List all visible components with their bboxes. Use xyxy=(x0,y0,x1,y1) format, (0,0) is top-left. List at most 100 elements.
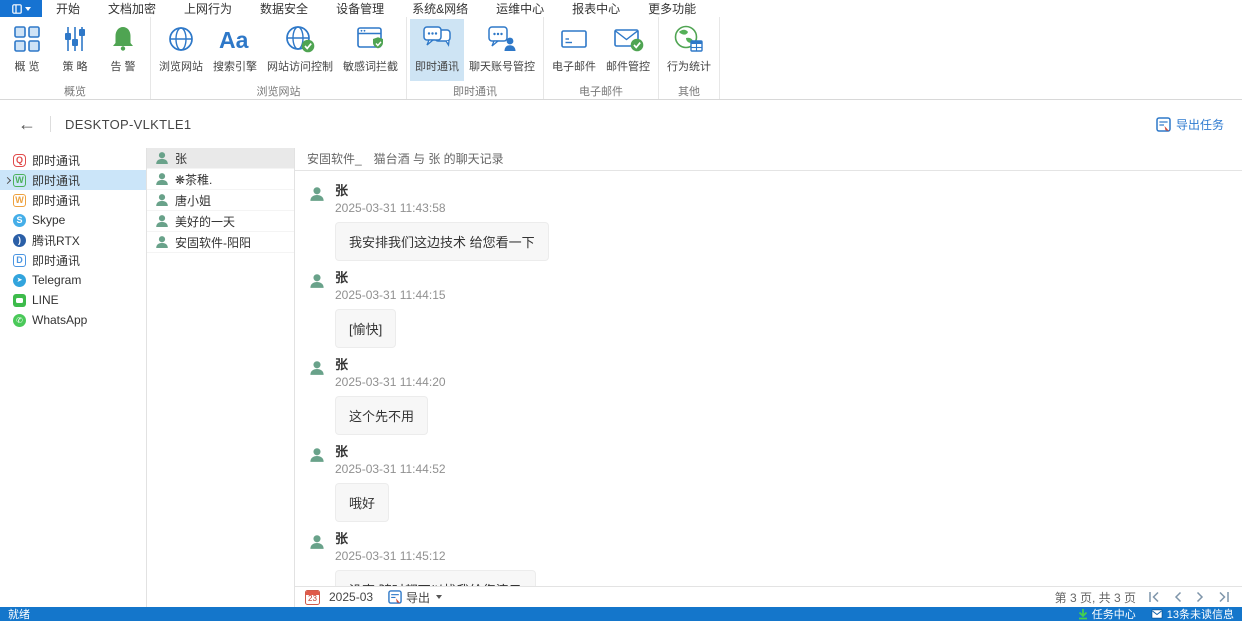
prev-page-button[interactable] xyxy=(1173,591,1183,603)
caret-down-icon xyxy=(436,595,442,599)
menu-tab[interactable]: 开始 xyxy=(42,0,94,17)
ribbon-button-policy[interactable]: 策 略 xyxy=(51,19,99,81)
menu-tab[interactable]: 上网行为 xyxy=(170,0,246,17)
sidebar-item-label: Skype xyxy=(32,213,65,227)
menu-tab-label: 系统&网络 xyxy=(411,0,469,19)
chat-footer-bar: 23 2025-03 导出 第 3 页, 共 3 页 xyxy=(295,586,1242,607)
ribbon-button-mail-control[interactable]: 邮件管控 xyxy=(601,19,655,81)
envelope-icon xyxy=(559,22,589,56)
message-sender: 张 xyxy=(335,531,536,546)
contact-list-item[interactable]: ❋茶稚. xyxy=(147,169,294,190)
sliders-icon xyxy=(60,22,90,56)
menu-tab-label: 数据安全 xyxy=(259,0,309,19)
grid-overview-icon xyxy=(12,22,42,56)
ribbon-button-overview[interactable]: 概 览 xyxy=(3,19,51,81)
message-timestamp: 2025-03-31 11:44:20 xyxy=(335,375,446,389)
export-icon xyxy=(388,590,402,604)
calendar-icon[interactable]: 23 xyxy=(305,590,320,605)
message-body: 张 2025-03-31 11:44:20 这个先不用 xyxy=(335,357,446,435)
unread-messages-button[interactable]: 13条未读信息 xyxy=(1151,606,1234,621)
im-app-sidebar: Q 即时通讯 W 即时通讯 W 即时通讯 S Skype xyxy=(0,148,147,607)
main-content: Q 即时通讯 W 即时通讯 W 即时通讯 S Skype xyxy=(0,148,1242,607)
ribbon-button-browse-web[interactable]: 浏览网站 xyxy=(154,19,208,81)
date-filter-value[interactable]: 2025-03 xyxy=(329,590,373,604)
contact-list: 张 ❋茶稚. 唐小姐 美好的一天 xyxy=(147,148,295,607)
ribbon-button-site-access-control[interactable]: 网站访问控制 xyxy=(262,19,338,81)
person-avatar-icon xyxy=(309,273,325,348)
globe-stats-icon xyxy=(673,22,705,56)
header-divider xyxy=(50,116,51,132)
ribbon-button-chat-account-control[interactable]: 聊天账号管控 xyxy=(464,19,540,81)
menu-tab[interactable]: 设备管理 xyxy=(322,0,398,17)
ribbon-group-overview: 概 览 策 略 告 警 概览 xyxy=(0,17,151,99)
message-list: 张 2025-03-31 11:43:58 我安排我们这边技术 给您看一下 张 … xyxy=(295,171,1242,586)
message-body: 张 2025-03-31 11:44:15 [愉快] xyxy=(335,270,446,348)
person-avatar-icon xyxy=(155,151,169,165)
ribbon-button-label: 浏览网站 xyxy=(159,58,203,74)
sidebar-item-label: 腾讯RTX xyxy=(32,232,80,249)
ribbon-button-search-engine[interactable]: Aa 搜索引擎 xyxy=(208,19,262,81)
contact-list-item[interactable]: 安固软件-阳阳 xyxy=(147,232,294,253)
menu-tab[interactable]: 报表中心 xyxy=(558,0,634,17)
message-sender: 张 xyxy=(335,183,549,198)
person-avatar-icon xyxy=(309,534,325,586)
export-task-button[interactable]: 导出任务 xyxy=(1156,116,1224,133)
ribbon-button-behavior-stats[interactable]: 行为统计 xyxy=(662,19,716,81)
menu-tab[interactable]: 更多功能 xyxy=(634,0,710,17)
sidebar-item-im-app[interactable]: ✆ WhatsApp xyxy=(0,310,146,330)
ribbon-button-label: 敏感词拦截 xyxy=(343,58,398,74)
globe-check-icon xyxy=(284,22,316,56)
ribbon-button-label: 概 览 xyxy=(14,58,39,74)
sidebar-item-im-app[interactable]: ➤ Telegram xyxy=(0,270,146,290)
message-bubble: [愉快] xyxy=(335,309,396,348)
sidebar-item-im-app[interactable]: Q 即时通讯 xyxy=(0,150,146,170)
person-avatar-icon xyxy=(309,447,325,522)
ribbon-button-alert[interactable]: 告 警 xyxy=(99,19,147,81)
contact-list-item[interactable]: 张 xyxy=(147,148,294,169)
chat-message: 张 2025-03-31 11:43:58 我安排我们这边技术 给您看一下 xyxy=(309,183,1242,261)
menu-tab[interactable]: 数据安全 xyxy=(246,0,322,17)
back-button[interactable]: ← xyxy=(18,115,36,133)
ribbon-button-sensitive-words[interactable]: 敏感词拦截 xyxy=(338,19,403,81)
unread-messages-label: 13条未读信息 xyxy=(1167,606,1234,621)
app-menu-button[interactable] xyxy=(0,0,42,17)
task-center-button[interactable]: 任务中心 xyxy=(1078,606,1136,621)
computer-name: DESKTOP-VLKTLE1 xyxy=(65,117,191,132)
ribbon-button-email[interactable]: 电子邮件 xyxy=(547,19,601,81)
caret-down-icon xyxy=(25,7,31,11)
first-page-button[interactable] xyxy=(1148,591,1161,603)
sidebar-item-im-app[interactable]: W 即时通讯 xyxy=(0,190,146,210)
status-ready-text: 就绪 xyxy=(8,606,30,621)
ribbon-button-im[interactable]: 即时通讯 xyxy=(410,19,464,81)
contact-list-item[interactable]: 美好的一天 xyxy=(147,211,294,232)
message-bubble: 哦好 xyxy=(335,483,389,522)
sidebar-item-im-app[interactable]: W 即时通讯 xyxy=(0,170,146,190)
sidebar-item-im-app[interactable]: ) 腾讯RTX xyxy=(0,230,146,250)
contact-list-item[interactable]: 唐小姐 xyxy=(147,190,294,211)
message-sender: 张 xyxy=(335,270,446,285)
expand-chevron-icon[interactable] xyxy=(3,176,12,185)
menu-tab-label: 设备管理 xyxy=(335,0,385,19)
chat-message: 张 2025-03-31 11:45:12 没事 随时都可以找我给您演示 xyxy=(309,531,1242,586)
menu-tab[interactable]: 系统&网络 xyxy=(398,0,482,17)
sidebar-item-im-app[interactable]: D 即时通讯 xyxy=(0,250,146,270)
contact-name: 美好的一天 xyxy=(175,213,235,230)
sidebar-item-im-app[interactable]: LINE xyxy=(0,290,146,310)
envelope-shield-icon xyxy=(612,22,644,56)
menu-tab-label: 开始 xyxy=(55,0,81,19)
menu-tab[interactable]: 运维中心 xyxy=(482,0,558,17)
export-dropdown-button[interactable]: 导出 xyxy=(388,589,442,606)
ribbon-group-im: 即时通讯 聊天账号管控 即时通讯 xyxy=(407,17,544,99)
person-avatar-icon xyxy=(155,235,169,249)
ribbon-toolbar: 概 览 策 略 告 警 概览 浏览网站 xyxy=(0,17,1242,100)
next-page-button[interactable] xyxy=(1195,591,1205,603)
globe-icon xyxy=(166,22,196,56)
menu-tab[interactable]: 文档加密 xyxy=(94,0,170,17)
sidebar-item-label: 即时通讯 xyxy=(32,152,80,169)
last-page-button[interactable] xyxy=(1217,591,1230,603)
sidebar-item-im-app[interactable]: S Skype xyxy=(0,210,146,230)
contact-name: 安固软件-阳阳 xyxy=(175,234,251,251)
message-timestamp: 2025-03-31 11:43:58 xyxy=(335,201,549,215)
contact-name: 张 xyxy=(175,150,187,167)
export-task-label: 导出任务 xyxy=(1176,116,1224,133)
